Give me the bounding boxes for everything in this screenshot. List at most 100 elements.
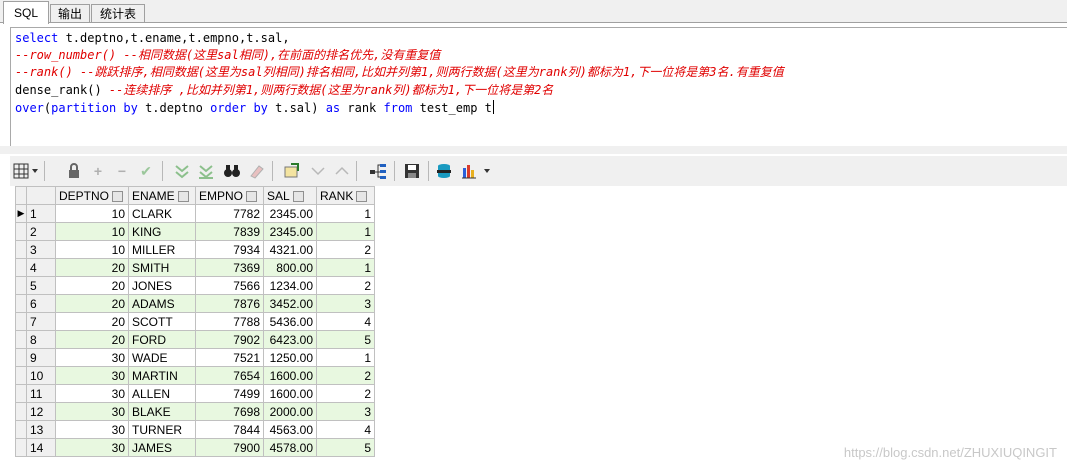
- table-row[interactable]: 9 30 WADE 7521 1250.00 1: [15, 348, 375, 367]
- row-indicator[interactable]: [15, 402, 27, 421]
- grid-icon[interactable]: [12, 162, 40, 180]
- filter-clear-icon[interactable]: [196, 162, 216, 180]
- empno-cell[interactable]: 7788: [195, 312, 264, 331]
- row-indicator[interactable]: [15, 330, 27, 349]
- sal-cell[interactable]: 6423.00: [263, 330, 317, 349]
- ename-cell[interactable]: JONES: [128, 276, 196, 295]
- row-number[interactable]: 6: [26, 294, 56, 313]
- empno-cell[interactable]: 7900: [195, 438, 264, 457]
- splitter[interactable]: [0, 146, 1067, 154]
- column-menu-button[interactable]: [356, 190, 368, 202]
- ename-cell[interactable]: ALLEN: [128, 384, 196, 403]
- empno-cell[interactable]: 7844: [195, 420, 264, 439]
- deptno-cell[interactable]: 30: [55, 348, 129, 367]
- db-icon[interactable]: [434, 162, 454, 180]
- column-header-deptno[interactable]: DEPTNO: [55, 186, 129, 205]
- row-number[interactable]: 14: [26, 438, 56, 457]
- lock-icon[interactable]: [64, 162, 84, 180]
- deptno-cell[interactable]: 20: [55, 258, 129, 277]
- row-indicator[interactable]: [15, 222, 27, 241]
- row-number[interactable]: 1: [26, 204, 56, 223]
- ename-cell[interactable]: MILLER: [128, 240, 196, 259]
- rank-cell[interactable]: 2: [316, 366, 375, 385]
- table-row[interactable]: 3 10 MILLER 7934 4321.00 2: [15, 240, 375, 259]
- deptno-cell[interactable]: 30: [55, 402, 129, 421]
- ename-cell[interactable]: ADAMS: [128, 294, 196, 313]
- table-row[interactable]: 10 30 MARTIN 7654 1600.00 2: [15, 366, 375, 385]
- column-header-sal[interactable]: SAL: [263, 186, 317, 205]
- row-indicator[interactable]: [15, 258, 27, 277]
- deptno-cell[interactable]: 30: [55, 438, 129, 457]
- column-menu-button[interactable]: [112, 190, 124, 202]
- row-number[interactable]: 12: [26, 402, 56, 421]
- row-number[interactable]: 2: [26, 222, 56, 241]
- ename-cell[interactable]: FORD: [128, 330, 196, 349]
- rank-cell[interactable]: 5: [316, 438, 375, 457]
- sal-cell[interactable]: 2000.00: [263, 402, 317, 421]
- table-row[interactable]: 2 10 KING 7839 2345.00 1: [15, 222, 375, 241]
- table-row[interactable]: 14 30 JAMES 7900 4578.00 5: [15, 438, 375, 457]
- row-indicator[interactable]: [15, 312, 27, 331]
- empno-cell[interactable]: 7369: [195, 258, 264, 277]
- deptno-cell[interactable]: 10: [55, 204, 129, 223]
- row-number[interactable]: 4: [26, 258, 56, 277]
- sal-cell[interactable]: 4578.00: [263, 438, 317, 457]
- export-icon[interactable]: [282, 162, 302, 180]
- rank-cell[interactable]: 5: [316, 330, 375, 349]
- row-indicator[interactable]: [15, 420, 27, 439]
- empno-cell[interactable]: 7698: [195, 402, 264, 421]
- column-header-empno[interactable]: EMPNO: [195, 186, 264, 205]
- sal-cell[interactable]: 3452.00: [263, 294, 317, 313]
- row-number[interactable]: 5: [26, 276, 56, 295]
- sal-cell[interactable]: 2345.00: [263, 222, 317, 241]
- sal-cell[interactable]: 5436.00: [263, 312, 317, 331]
- sal-cell[interactable]: 800.00: [263, 258, 317, 277]
- eraser-icon[interactable]: [246, 162, 266, 180]
- row-indicator[interactable]: [15, 366, 27, 385]
- row-indicator[interactable]: ▶: [15, 204, 27, 223]
- deptno-cell[interactable]: 20: [55, 312, 129, 331]
- row-number[interactable]: 8: [26, 330, 56, 349]
- row-indicator[interactable]: [15, 294, 27, 313]
- ename-cell[interactable]: SCOTT: [128, 312, 196, 331]
- check-icon[interactable]: ✔: [136, 162, 156, 180]
- sql-editor[interactable]: select t.deptno,t.ename,t.empno,t.sal, -…: [10, 27, 1067, 147]
- table-row[interactable]: 8 20 FORD 7902 6423.00 5: [15, 330, 375, 349]
- sal-cell[interactable]: 1250.00: [263, 348, 317, 367]
- tab-output[interactable]: 输出: [50, 4, 90, 23]
- table-row[interactable]: 5 20 JONES 7566 1234.00 2: [15, 276, 375, 295]
- table-row[interactable]: 7 20 SCOTT 7788 5436.00 4: [15, 312, 375, 331]
- column-menu-button[interactable]: [177, 190, 189, 202]
- result-grid[interactable]: DEPTNO ENAME EMPNO SAL RANK ▶ 1 10 CLARK 778…: [15, 186, 375, 457]
- rank-cell[interactable]: 2: [316, 384, 375, 403]
- ename-cell[interactable]: CLARK: [128, 204, 196, 223]
- sal-cell[interactable]: 4321.00: [263, 240, 317, 259]
- ename-cell[interactable]: KING: [128, 222, 196, 241]
- rank-cell[interactable]: 1: [316, 204, 375, 223]
- prev-icon[interactable]: [308, 162, 328, 180]
- rank-cell[interactable]: 3: [316, 294, 375, 313]
- empno-cell[interactable]: 7499: [195, 384, 264, 403]
- table-row[interactable]: 6 20 ADAMS 7876 3452.00 3: [15, 294, 375, 313]
- sal-cell[interactable]: 1600.00: [263, 366, 317, 385]
- add-icon[interactable]: +: [88, 162, 108, 180]
- rank-cell[interactable]: 3: [316, 402, 375, 421]
- chart-icon[interactable]: [460, 162, 494, 180]
- rank-cell[interactable]: 2: [316, 276, 375, 295]
- deptno-cell[interactable]: 10: [55, 222, 129, 241]
- column-header-ename[interactable]: ENAME: [128, 186, 196, 205]
- empno-cell[interactable]: 7902: [195, 330, 264, 349]
- deptno-cell[interactable]: 20: [55, 330, 129, 349]
- table-row[interactable]: 13 30 TURNER 7844 4563.00 4: [15, 420, 375, 439]
- rank-cell[interactable]: 2: [316, 240, 375, 259]
- empno-cell[interactable]: 7521: [195, 348, 264, 367]
- tab-statistics[interactable]: 统计表: [91, 4, 145, 23]
- tab-sql[interactable]: SQL: [3, 1, 49, 24]
- ename-cell[interactable]: SMITH: [128, 258, 196, 277]
- row-indicator[interactable]: [15, 348, 27, 367]
- sal-cell[interactable]: 1234.00: [263, 276, 317, 295]
- ename-cell[interactable]: BLAKE: [128, 402, 196, 421]
- ename-cell[interactable]: JAMES: [128, 438, 196, 457]
- row-indicator[interactable]: [15, 240, 27, 259]
- row-number[interactable]: 3: [26, 240, 56, 259]
